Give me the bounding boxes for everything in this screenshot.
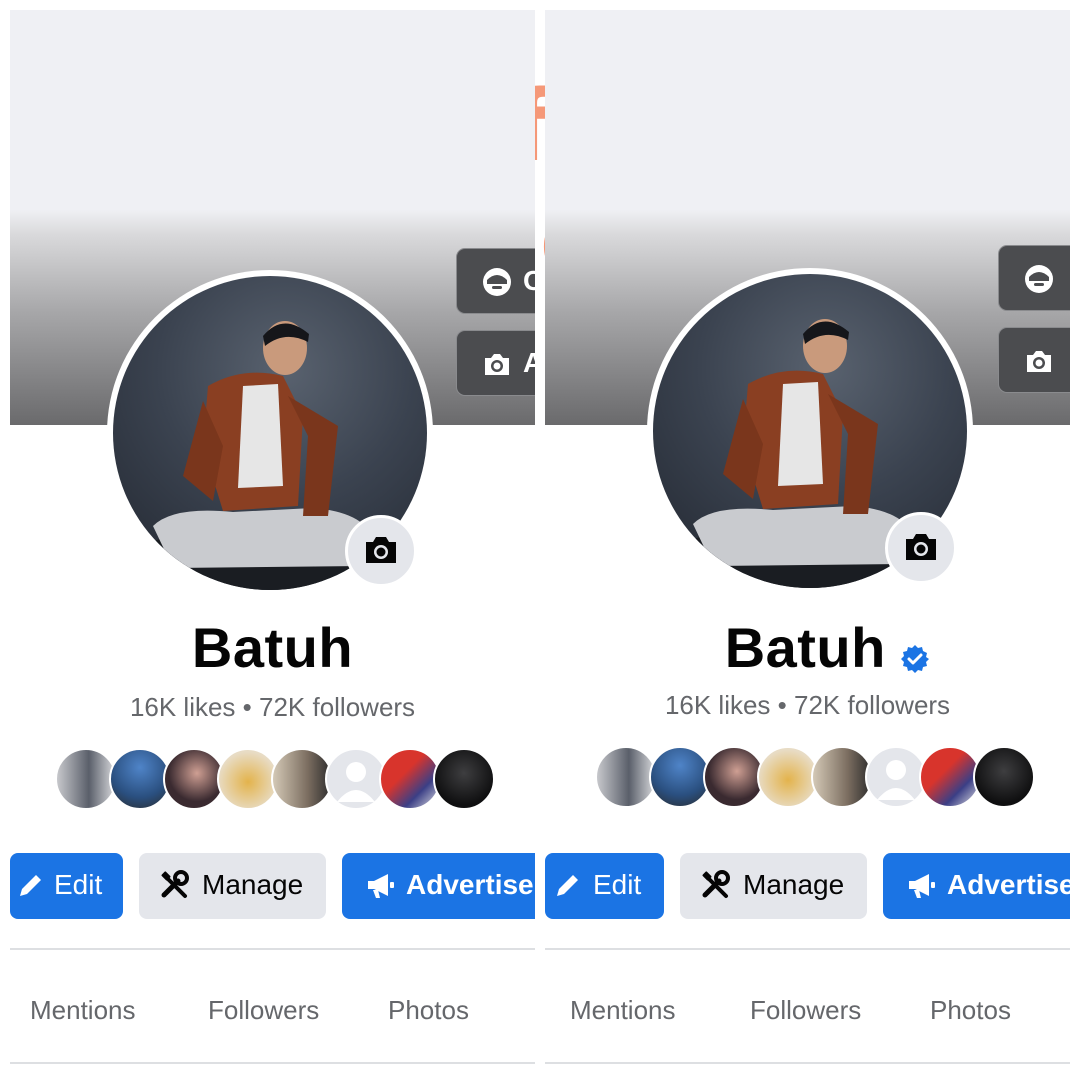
divider <box>10 1062 535 1064</box>
follower-avatar[interactable] <box>217 748 279 810</box>
change-profile-picture-button[interactable] <box>345 515 417 587</box>
follower-avatars[interactable] <box>595 746 1035 808</box>
camera-icon <box>906 534 936 560</box>
edit-button[interactable]: Edit <box>545 853 664 919</box>
profile-panel-before: C A Batuh 16K likes • 72K followers Edit… <box>10 10 535 1080</box>
megaphone-icon <box>905 870 937 909</box>
cover-avatar-button[interactable] <box>998 245 1070 311</box>
avatar-icon <box>1023 263 1055 300</box>
tab-mentions[interactable]: Mentions <box>30 995 136 1026</box>
camera-icon <box>481 348 513 385</box>
follower-avatar[interactable] <box>109 748 171 810</box>
page-name: Batuh <box>191 616 354 679</box>
edit-button-label: Edit <box>54 869 103 900</box>
follower-avatar[interactable] <box>379 748 441 810</box>
cover-photo-button-label: A <box>523 347 535 378</box>
tab-photos[interactable]: Photos <box>930 995 1011 1026</box>
divider <box>545 948 1070 950</box>
user-placeholder-icon <box>877 760 915 800</box>
tools-icon <box>159 870 191 909</box>
manage-button[interactable]: Manage <box>139 853 326 919</box>
user-placeholder-icon <box>337 762 375 802</box>
follower-avatar[interactable] <box>163 748 225 810</box>
page-stats[interactable]: 16K likes • 72K followers <box>10 692 535 723</box>
verified-badge-icon <box>900 644 930 674</box>
manage-button-label: Manage <box>743 869 845 900</box>
change-profile-picture-button[interactable] <box>885 512 957 584</box>
follower-avatar[interactable] <box>433 748 495 810</box>
edit-button-label: Edit <box>593 869 642 900</box>
tab-mentions[interactable]: Mentions <box>570 995 676 1026</box>
follower-avatar-placeholder[interactable] <box>325 748 387 810</box>
page-name: Batuh <box>724 616 886 679</box>
follower-avatar[interactable] <box>757 746 819 808</box>
pencil-icon <box>553 870 583 907</box>
follower-avatar[interactable] <box>919 746 981 808</box>
camera-icon <box>1023 345 1055 382</box>
tab-followers[interactable]: Followers <box>208 995 319 1026</box>
follower-avatar[interactable] <box>649 746 711 808</box>
advertise-button-label: Advertise <box>406 869 534 900</box>
follower-avatar[interactable] <box>703 746 765 808</box>
cover-photo-button[interactable]: A <box>456 330 535 396</box>
page-name-row: Batuh <box>10 615 535 680</box>
follower-avatar[interactable] <box>55 748 117 810</box>
page-stats[interactable]: 16K likes • 72K followers <box>545 690 1070 721</box>
advertise-button[interactable]: Advertise <box>883 853 1070 919</box>
tools-icon <box>700 870 732 909</box>
pencil-icon <box>16 870 46 907</box>
page-name-row: Batuh <box>565 615 1070 680</box>
edit-button[interactable]: Edit <box>10 853 123 919</box>
camera-icon <box>366 537 396 563</box>
follower-avatar-placeholder[interactable] <box>865 746 927 808</box>
cover-avatar-button-label: C <box>523 265 535 296</box>
megaphone-icon <box>364 870 396 909</box>
advertise-button[interactable]: Advertise <box>342 853 535 919</box>
avatar-icon <box>481 266 513 303</box>
divider <box>545 1062 1070 1064</box>
divider <box>10 948 535 950</box>
cover-avatar-button[interactable]: C <box>456 248 535 314</box>
follower-avatar[interactable] <box>973 746 1035 808</box>
follower-avatar[interactable] <box>595 746 657 808</box>
profile-panel-after: Batuh 16K likes • 72K followers Edit Man… <box>545 10 1070 1080</box>
manage-button-label: Manage <box>202 869 304 900</box>
tab-photos[interactable]: Photos <box>388 995 469 1026</box>
advertise-button-label: Advertise <box>947 869 1070 900</box>
follower-avatar[interactable] <box>811 746 873 808</box>
tab-followers[interactable]: Followers <box>750 995 861 1026</box>
manage-button[interactable]: Manage <box>680 853 867 919</box>
cover-photo-button[interactable] <box>998 327 1070 393</box>
follower-avatar[interactable] <box>271 748 333 810</box>
follower-avatars[interactable] <box>55 748 495 810</box>
